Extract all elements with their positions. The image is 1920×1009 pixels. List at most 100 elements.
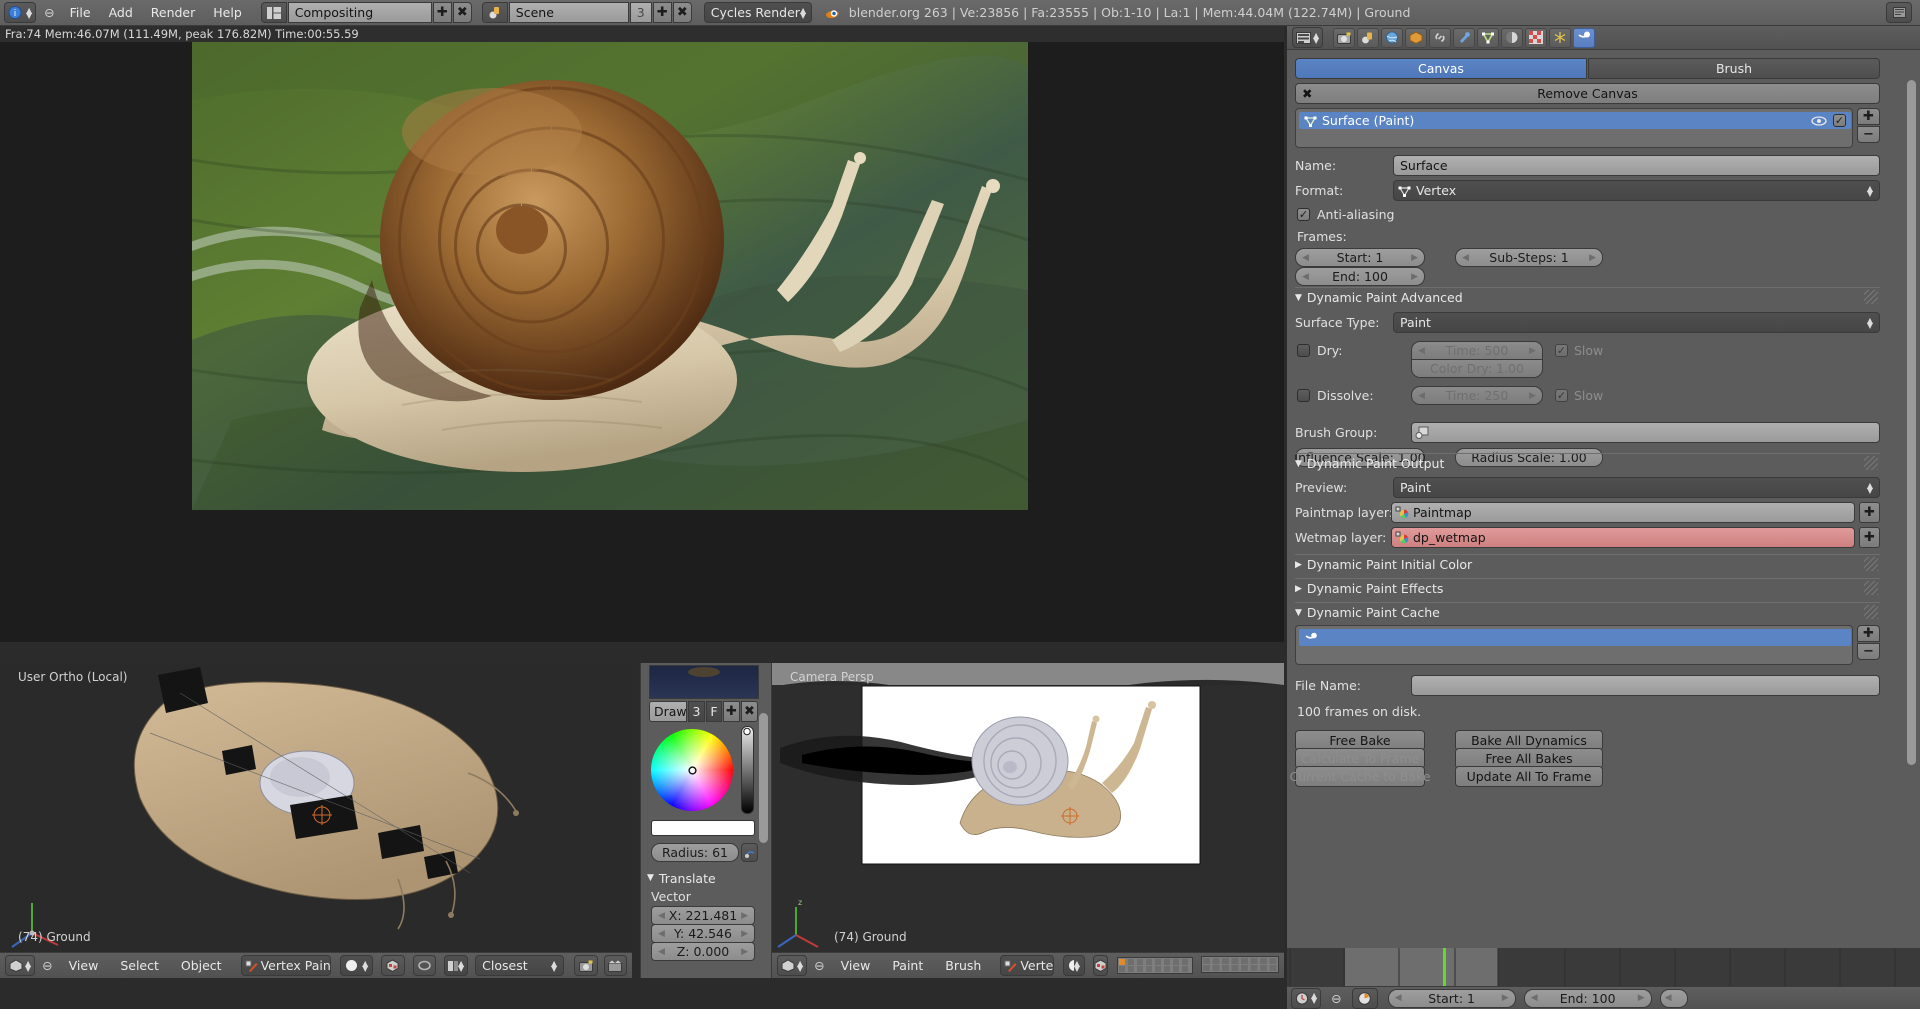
- render-engine-selector[interactable]: Cycles Render ▲ ▼: [703, 2, 812, 23]
- snap-mode-selector[interactable]: ▲ ▼: [444, 955, 469, 976]
- brush-users-count[interactable]: 3: [688, 701, 705, 722]
- add-cache-button[interactable]: ✚: [1857, 625, 1880, 642]
- remove-canvas-button[interactable]: ✖ Remove Canvas: [1295, 83, 1880, 104]
- arrow-left-icon[interactable]: ◀: [1418, 391, 1425, 401]
- dissolve-slow-row[interactable]: ✓ Slow: [1555, 388, 1603, 403]
- dry-checkbox[interactable]: [1297, 344, 1310, 357]
- menu-select[interactable]: Select: [111, 954, 168, 978]
- arrow-left-icon[interactable]: ◀: [658, 911, 665, 921]
- scene-users-count[interactable]: 3: [629, 2, 652, 23]
- cache-list-item[interactable]: [1299, 629, 1851, 646]
- arrow-left-icon[interactable]: ◀: [1665, 993, 1672, 1003]
- interaction-mode-selector-right[interactable]: Vertex Paint ▲▼: [1000, 955, 1054, 976]
- screen-layout-icon[interactable]: [260, 2, 287, 23]
- add-scene-button[interactable]: ✚: [652, 2, 672, 23]
- antialiasing-row[interactable]: ✓ Anti-aliasing: [1297, 207, 1394, 222]
- arrow-right-icon[interactable]: ▶: [741, 947, 748, 957]
- report-icon[interactable]: [1886, 2, 1912, 23]
- vector-y-field[interactable]: ◀ Y: 42.546 ▶: [651, 924, 755, 943]
- effects-panel-header[interactable]: ▶ Dynamic Paint Effects: [1295, 578, 1880, 596]
- output-panel-header[interactable]: ▼ Dynamic Paint Output: [1295, 453, 1880, 471]
- arrow-right-icon[interactable]: ▶: [1411, 253, 1418, 263]
- arrow-right-icon[interactable]: ▶: [1638, 993, 1645, 1003]
- arrow-left-icon[interactable]: ◀: [658, 947, 665, 957]
- paintmap-field[interactable]: Paintmap: [1391, 502, 1855, 523]
- record-icon[interactable]: [1351, 987, 1378, 1009]
- collapse-menu-icon[interactable]: ⊖: [44, 5, 54, 20]
- color-swatch[interactable]: [651, 820, 755, 836]
- substeps-field[interactable]: ◀ Sub-Steps: 1 ▶: [1455, 248, 1603, 267]
- arrow-left-icon[interactable]: ◀: [1462, 253, 1469, 263]
- add-wetmap-button[interactable]: ✚: [1859, 527, 1880, 548]
- menu-paint[interactable]: Paint: [883, 954, 932, 978]
- editor-type-selector-view3d-right[interactable]: ▲ ▼: [777, 955, 808, 976]
- add-screen-button[interactable]: ✚: [432, 2, 452, 23]
- brush-fake-user-button[interactable]: F: [706, 701, 722, 722]
- preview-selector[interactable]: Paint ▲ ▼: [1393, 477, 1880, 498]
- scene-name-field[interactable]: Scene: [508, 2, 629, 23]
- editor-type-selector-timeline[interactable]: ▲ ▼: [1291, 987, 1322, 1009]
- tab-texture[interactable]: [1525, 27, 1548, 48]
- paint-mask-icon[interactable]: [412, 955, 437, 976]
- advanced-panel-header[interactable]: ▼ Dynamic Paint Advanced: [1295, 287, 1880, 305]
- menu-view[interactable]: View: [60, 954, 108, 978]
- cache-panel-header[interactable]: ▼ Dynamic Paint Cache: [1295, 602, 1880, 620]
- arrow-left-icon[interactable]: ◀: [1418, 346, 1425, 356]
- scene-layers-icon[interactable]: [1117, 957, 1193, 974]
- tab-object-data[interactable]: [1477, 27, 1500, 48]
- tab-render[interactable]: [1333, 27, 1356, 48]
- collapse-menu-icon[interactable]: ⊖: [1331, 991, 1341, 1006]
- remove-surface-button[interactable]: −: [1857, 126, 1880, 143]
- tab-modifiers[interactable]: [1453, 27, 1476, 48]
- arrow-right-icon[interactable]: ▶: [1529, 346, 1536, 356]
- arrow-right-icon[interactable]: ▶: [1589, 253, 1596, 263]
- dissolve-checkbox[interactable]: [1297, 389, 1310, 402]
- value-slider[interactable]: [741, 726, 754, 814]
- dissolve-slow-checkbox[interactable]: ✓: [1555, 389, 1568, 402]
- scene-icon[interactable]: [481, 2, 508, 23]
- frame-start-field[interactable]: ◀ Start: 1 ▶: [1295, 248, 1425, 267]
- render-animation-icon[interactable]: [603, 955, 627, 976]
- tab-constraints[interactable]: [1429, 27, 1452, 48]
- tab-particles[interactable]: [1549, 27, 1572, 48]
- dissolve-row[interactable]: Dissolve:: [1297, 388, 1401, 403]
- update-all-to-frame-button[interactable]: Update All To Frame: [1455, 766, 1603, 787]
- surface-name-field[interactable]: Surface: [1393, 155, 1880, 176]
- arrow-right-icon[interactable]: ▶: [741, 929, 748, 939]
- frame-end-field[interactable]: ◀ End: 100 ▶: [1295, 267, 1425, 286]
- menu-render[interactable]: Render: [142, 0, 205, 26]
- collapse-menu-icon[interactable]: ⊖: [42, 958, 52, 973]
- timeline-current-frame-field[interactable]: ◀: [1659, 988, 1688, 1008]
- menu-view[interactable]: View: [832, 954, 880, 978]
- dissolve-time-field[interactable]: ◀ Time: 250 ▶: [1411, 386, 1543, 405]
- brush-group-field[interactable]: [1411, 422, 1880, 443]
- snap-target-selector[interactable]: Closest ▲ ▼: [475, 955, 565, 976]
- dry-time-field[interactable]: ◀ Time: 500 ▶: [1411, 341, 1543, 360]
- arrow-left-icon[interactable]: ◀: [1395, 993, 1402, 1003]
- menu-file[interactable]: File: [61, 0, 100, 26]
- tab-object[interactable]: [1405, 27, 1428, 48]
- editor-type-selector-info[interactable]: i ▲ ▼: [4, 2, 37, 23]
- shading-mode-selector-right[interactable]: ▲ ▼: [1062, 955, 1085, 976]
- timeline-start-field[interactable]: ◀ Start: 1 ▶: [1387, 988, 1516, 1008]
- filename-field[interactable]: [1411, 675, 1880, 696]
- tool-panel-scrollbar[interactable]: [759, 713, 768, 843]
- dry-slow-checkbox[interactable]: ✓: [1555, 344, 1568, 357]
- add-paintmap-button[interactable]: ✚: [1859, 502, 1880, 523]
- unlink-brush-button[interactable]: ✖: [741, 701, 758, 722]
- dry-row[interactable]: Dry:: [1297, 343, 1391, 358]
- vector-z-field[interactable]: ◀ Z: 0.000 ▶: [651, 942, 755, 961]
- vector-x-field[interactable]: ◀ X: 221.481 ▶: [651, 906, 755, 925]
- arrow-right-icon[interactable]: ▶: [741, 911, 748, 921]
- color-wheel[interactable]: [651, 729, 733, 811]
- initial-color-panel-header[interactable]: ▶ Dynamic Paint Initial Color: [1295, 554, 1880, 572]
- collapse-menu-icon[interactable]: ⊖: [814, 958, 824, 973]
- shading-mode-selector[interactable]: ▲ ▼: [340, 955, 374, 976]
- current-cache-to-bake-button[interactable]: Current Cache to Bake: [1290, 766, 1431, 787]
- pressure-icon[interactable]: [741, 843, 758, 862]
- render-still-icon[interactable]: [574, 955, 598, 976]
- arrow-right-icon[interactable]: ▶: [1411, 272, 1418, 282]
- menu-object[interactable]: Object: [172, 954, 231, 978]
- brush-tab-button[interactable]: Brush: [1588, 58, 1880, 79]
- add-brush-button[interactable]: ✚: [723, 701, 740, 722]
